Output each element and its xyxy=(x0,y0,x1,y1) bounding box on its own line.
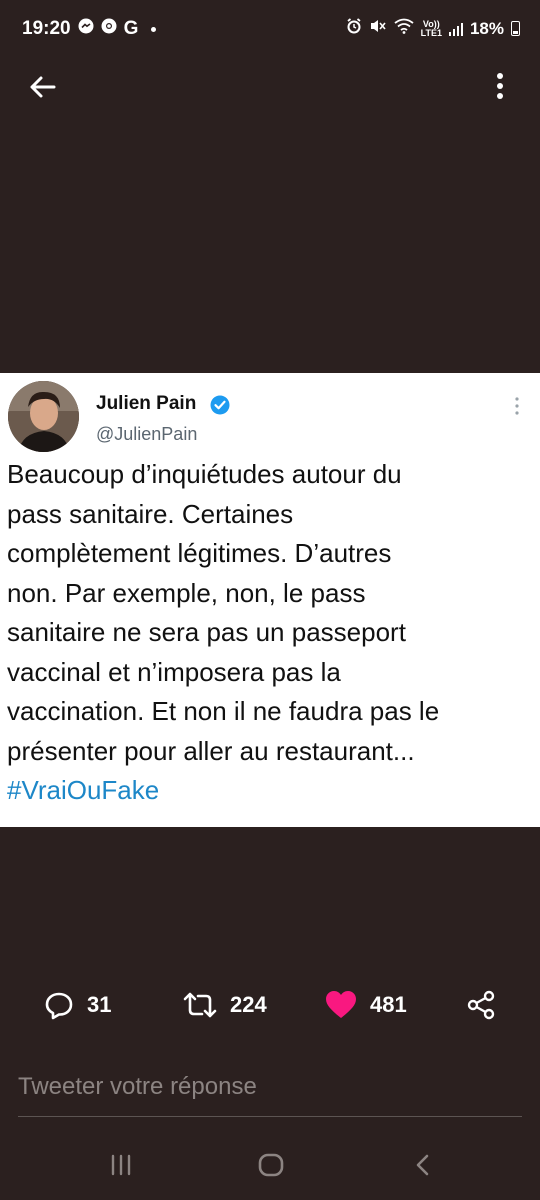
reply-icon xyxy=(45,992,73,1020)
handle[interactable]: @JulienPain xyxy=(96,424,197,445)
avatar[interactable] xyxy=(8,381,79,452)
alarm-icon xyxy=(346,18,362,39)
home-icon xyxy=(258,1153,284,1177)
status-left: 19:20 G xyxy=(22,18,157,40)
home-button[interactable] xyxy=(257,1152,285,1183)
recent-apps-icon xyxy=(111,1154,131,1176)
verified-badge-icon xyxy=(210,395,230,415)
status-time: 19:20 xyxy=(22,18,71,39)
card-more-icon xyxy=(514,396,520,416)
battery-percent: 18% xyxy=(469,18,504,38)
wifi-icon xyxy=(394,18,414,39)
tweet-actions: 31 224 481 xyxy=(0,990,540,1040)
more-options-button[interactable] xyxy=(490,70,510,104)
messenger-icon xyxy=(78,18,94,40)
back-button[interactable] xyxy=(26,70,60,104)
reply-placeholder: Tweeter votre réponse xyxy=(18,1073,257,1100)
reply-count: 31 xyxy=(87,992,112,1017)
status-bar: 19:20 G Vo)) LTE1 18% xyxy=(0,0,540,60)
reply-button[interactable]: 31 xyxy=(44,990,111,1020)
nav-back-icon xyxy=(416,1154,429,1176)
like-button[interactable]: 481 xyxy=(325,990,407,1020)
hashtag-link[interactable]: #VraiOuFake xyxy=(7,771,532,811)
battery-icon xyxy=(511,21,520,36)
volte-bottom: LTE1 xyxy=(420,27,442,38)
retweet-icon xyxy=(183,992,217,1018)
display-name[interactable]: Julien Pain xyxy=(96,393,196,415)
arrow-left-icon xyxy=(30,76,56,98)
system-nav-bar xyxy=(0,1140,540,1200)
like-count: 481 xyxy=(370,992,407,1017)
nav-back-button[interactable] xyxy=(410,1152,436,1183)
recent-apps-button[interactable] xyxy=(108,1152,134,1183)
share-icon xyxy=(467,990,495,1020)
reply-input[interactable]: Tweeter votre réponse xyxy=(18,1070,522,1117)
chrome-icon xyxy=(101,18,117,40)
status-right: Vo)) LTE1 18% xyxy=(346,18,520,39)
google-icon: G xyxy=(123,18,139,39)
signal-icon xyxy=(448,22,463,36)
tweet-text-block: Beaucoup d’inquiétudes autour du pass sa… xyxy=(7,455,532,811)
retweet-button[interactable]: 224 xyxy=(183,990,267,1020)
notification-dot xyxy=(151,26,157,32)
volte-icon: Vo)) LTE1 xyxy=(420,19,442,38)
retweet-count: 224 xyxy=(230,992,267,1017)
heart-icon xyxy=(326,991,356,1018)
more-vertical-icon xyxy=(497,73,503,99)
share-button[interactable] xyxy=(466,990,496,1020)
mute-icon xyxy=(369,18,387,39)
tweet-text: Beaucoup d’inquiétudes autour du pass sa… xyxy=(7,459,440,766)
